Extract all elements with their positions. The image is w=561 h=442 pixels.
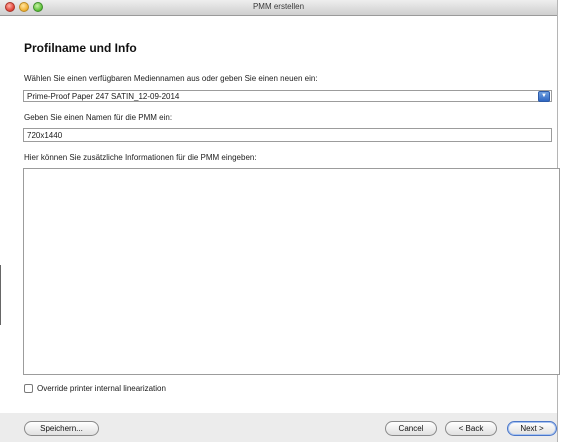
next-button[interactable]: Next >: [507, 421, 557, 436]
pmm-name-label: Geben Sie einen Namen für die PMM ein:: [24, 113, 173, 122]
info-textarea[interactable]: [23, 168, 560, 375]
title-bar[interactable]: PMM erstellen: [0, 0, 557, 16]
media-name-label: Wählen Sie einen verfügbaren Mediennamen…: [24, 74, 318, 83]
media-name-value[interactable]: Prime-Proof Paper 247 SATIN_12-09-2014: [27, 92, 179, 101]
cancel-button[interactable]: Cancel: [385, 421, 437, 436]
dialog-window: PMM erstellen Profilname und Info Wählen…: [0, 0, 560, 442]
save-button[interactable]: Speichern...: [24, 421, 99, 436]
media-name-combobox[interactable]: Prime-Proof Paper 247 SATIN_12-09-2014 ▼: [23, 90, 552, 102]
button-bar: Speichern... Cancel < Back Next >: [0, 413, 557, 442]
info-label: Hier können Sie zusätzliche Informatione…: [24, 153, 257, 162]
override-linearization-label[interactable]: Override printer internal linearization: [37, 384, 166, 393]
pmm-name-field[interactable]: 720x1440: [23, 128, 552, 142]
back-button[interactable]: < Back: [445, 421, 497, 436]
pmm-name-value[interactable]: 720x1440: [27, 131, 62, 140]
left-edge-divider: [0, 265, 1, 325]
chevron-down-icon[interactable]: ▼: [538, 91, 550, 102]
window-title: PMM erstellen: [252, 2, 305, 11]
page-title: Profilname und Info: [24, 41, 137, 55]
override-linearization-checkbox[interactable]: [24, 384, 33, 393]
content-panel: Profilname und Info Wählen Sie einen ver…: [0, 16, 560, 413]
